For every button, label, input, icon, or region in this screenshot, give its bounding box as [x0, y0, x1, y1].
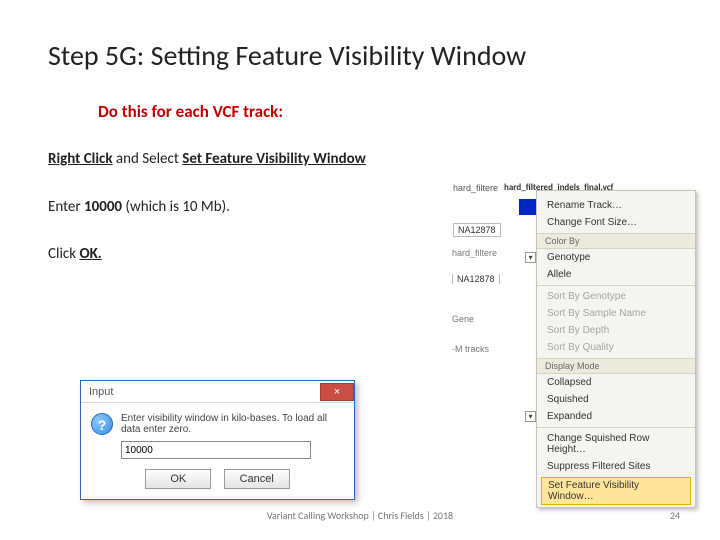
- step-1-action: Right Click: [48, 150, 113, 168]
- menu-color-allele[interactable]: Allele: [537, 266, 695, 283]
- dialog-title: Input: [89, 386, 113, 398]
- menu-color-genotype[interactable]: ▾ Genotype: [537, 249, 695, 266]
- step-2: Enter 10000 (which is 10 Mb).: [48, 198, 403, 218]
- page-number: 24: [670, 509, 680, 522]
- dialog-message: Enter visibility window in kilo-bases. T…: [121, 413, 344, 435]
- menu-sort-depth: Sort By Depth: [537, 322, 695, 339]
- track-side-labels: hard_filtere NA12878 Gene -M tracks: [452, 188, 530, 370]
- menu-display-squished[interactable]: Squished: [537, 391, 695, 408]
- menu-sort-genotype: Sort By Genotype: [537, 288, 695, 305]
- menu-rename-track[interactable]: Rename Track…: [537, 197, 695, 214]
- ok-button[interactable]: OK: [145, 469, 211, 489]
- menu-set-visibility-window[interactable]: Set Feature Visibility Window…: [541, 477, 691, 505]
- chevron-down-icon: ▾: [525, 411, 536, 422]
- menu-sort-sample: Sort By Sample Name: [537, 305, 695, 322]
- context-menu: Rename Track… Change Font Size… Color By…: [536, 190, 696, 508]
- page-title: Step 5G: Setting Feature Visibility Wind…: [48, 38, 672, 73]
- step-2-value: 10000: [84, 198, 122, 216]
- step-3: Click OK.: [48, 245, 403, 265]
- menu-row-height[interactable]: Change Squished Row Height…: [537, 430, 695, 458]
- close-icon[interactable]: ×: [320, 383, 354, 401]
- cancel-button[interactable]: Cancel: [224, 469, 290, 489]
- menu-sort-quality: Sort By Quality: [537, 339, 695, 356]
- step-3-button: OK.: [79, 245, 101, 263]
- chevron-down-icon: ▾: [525, 252, 536, 263]
- step-1: Right Click and Select Set Feature Visib…: [48, 150, 403, 170]
- input-dialog: Input × ? Enter visibility window in kil…: [80, 380, 355, 500]
- question-icon: ?: [91, 413, 113, 435]
- menu-change-font[interactable]: Change Font Size…: [537, 214, 695, 231]
- visibility-window-input[interactable]: [121, 441, 311, 459]
- subhead: Do this for each VCF track:: [98, 101, 672, 122]
- menu-suppress-filtered[interactable]: Suppress Filtered Sites: [537, 458, 695, 475]
- menu-section-color-by: Color By: [537, 233, 695, 249]
- dialog-titlebar: Input ×: [81, 381, 354, 403]
- step-1-target: Set Feature Visibility Window: [182, 150, 366, 168]
- menu-display-collapsed[interactable]: Collapsed: [537, 374, 695, 391]
- menu-section-display-mode: Display Mode: [537, 358, 695, 374]
- footer-text: Variant Calling Workshop | Chris Fields …: [0, 509, 720, 522]
- menu-display-expanded[interactable]: ▾ Expanded: [537, 408, 695, 425]
